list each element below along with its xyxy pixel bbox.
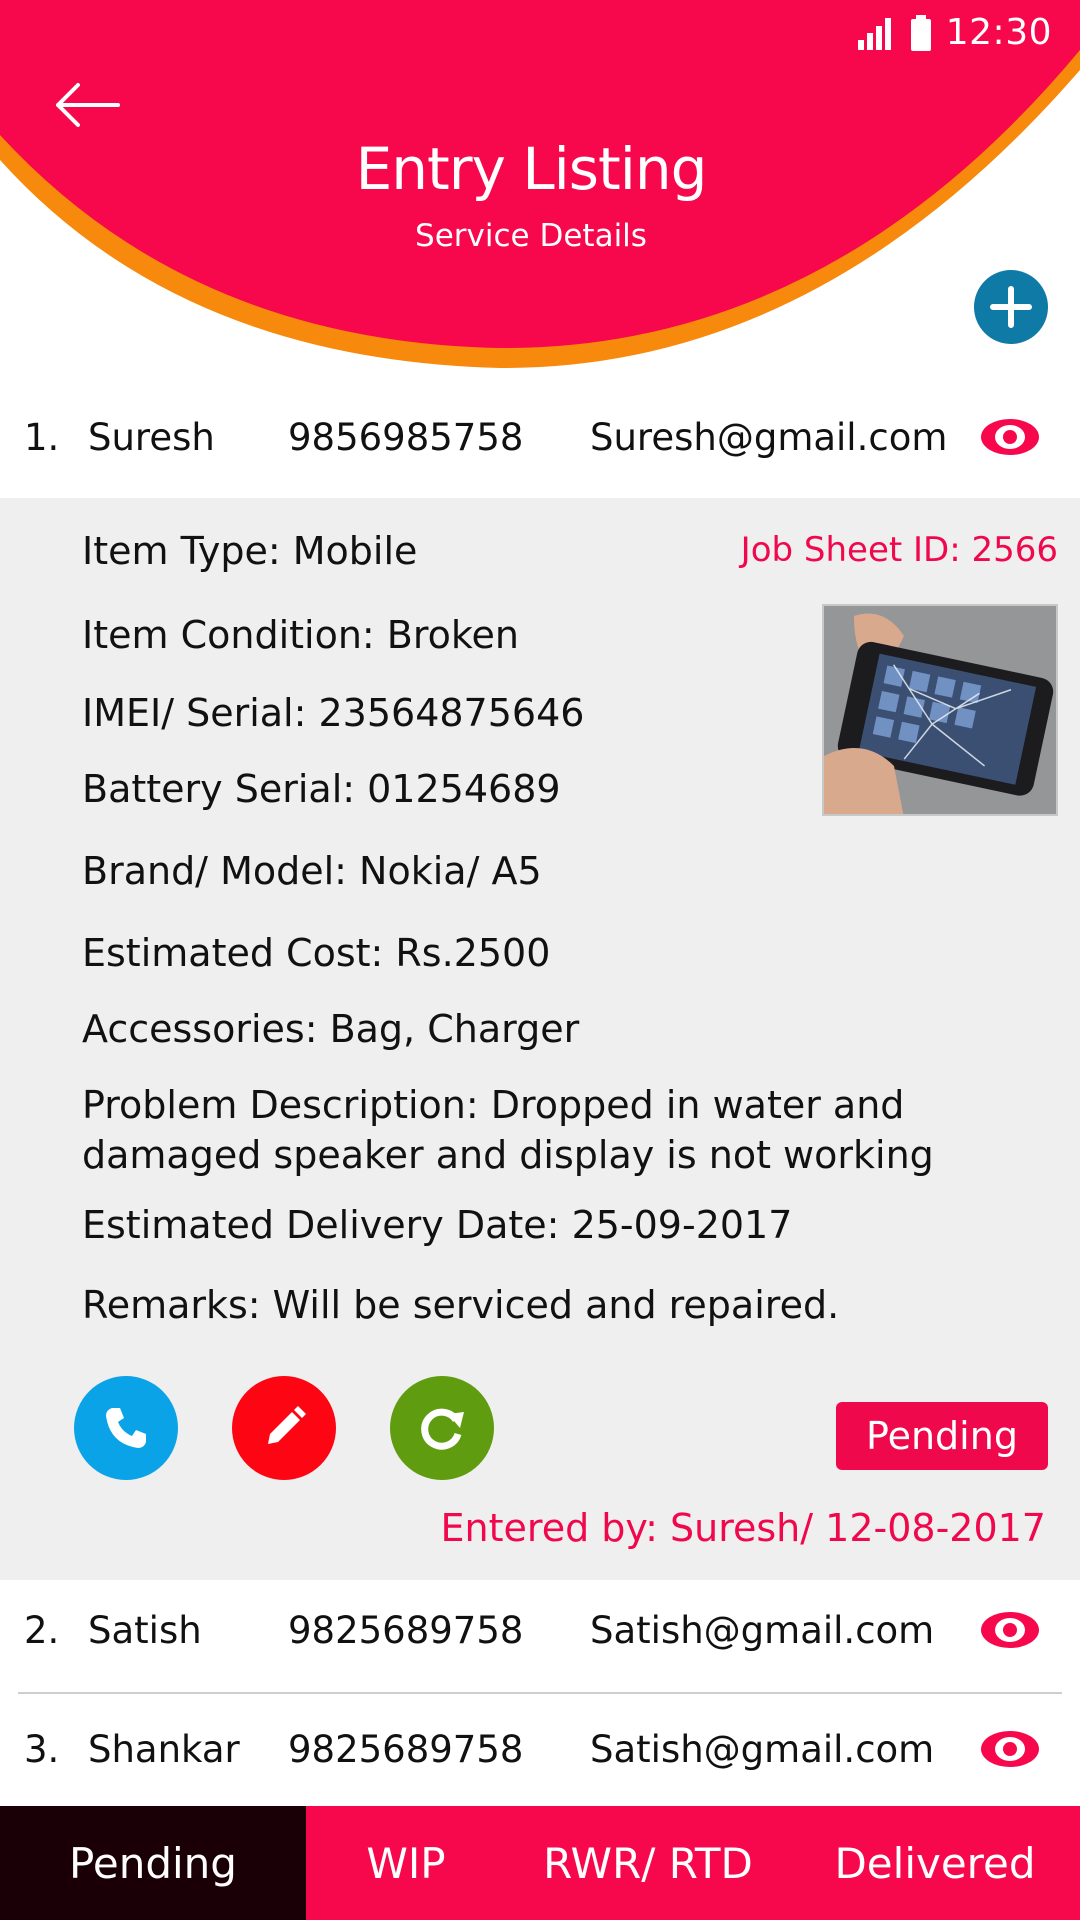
signal-icon: [857, 17, 891, 50]
status-badge: Pending: [836, 1402, 1048, 1470]
entry-email: Suresh@gmail.com: [590, 415, 948, 459]
call-button[interactable]: [74, 1376, 178, 1480]
estimated-delivery-date: Estimated Delivery Date: 25-09-2017: [82, 1203, 793, 1247]
entry-phone: 9825689758: [288, 1727, 524, 1771]
pencil-icon: [268, 1406, 306, 1444]
list-item[interactable]: 1. Suresh 9856985758 Suresh@gmail.com: [0, 382, 1080, 492]
back-button[interactable]: [52, 80, 152, 140]
problem-description-line1: Problem Description: Dropped in water an…: [82, 1083, 905, 1127]
remarks: Remarks: Will be serviced and repaired.: [82, 1283, 840, 1327]
list-item[interactable]: 2. Satish 9825689758 Satish@gmail.com: [0, 1575, 1080, 1685]
entry-email: Satish@gmail.com: [590, 1608, 935, 1652]
item-condition: Item Condition: Broken: [82, 613, 520, 657]
device-photo: [822, 604, 1058, 816]
edit-button[interactable]: [232, 1376, 336, 1480]
entry-number: 2.: [24, 1608, 60, 1652]
estimated-cost: Estimated Cost: Rs.2500: [82, 931, 551, 975]
item-type: Item Type: Mobile: [82, 529, 418, 573]
status-bar: 12:30: [857, 12, 1052, 53]
tab-rwr-rtd[interactable]: RWR/ RTD: [506, 1806, 790, 1920]
add-entry-button[interactable]: [974, 270, 1048, 344]
entry-number: 3.: [24, 1727, 60, 1771]
eye-icon[interactable]: [978, 415, 1042, 459]
job-sheet-id: Job Sheet ID: 2566: [740, 530, 1058, 570]
entered-by: Entered by: Suresh/ 12-08-2017: [440, 1506, 1046, 1550]
battery-serial: Battery Serial: 01254689: [82, 767, 561, 811]
entry-email: Satish@gmail.com: [590, 1727, 935, 1771]
accessories: Accessories: Bag, Charger: [82, 1007, 580, 1051]
bottom-tab-bar: Pending WIP RWR/ RTD Delivered: [0, 1806, 1080, 1920]
entry-phone: 9825689758: [288, 1608, 524, 1652]
entry-number: 1.: [24, 415, 60, 459]
entry-name: Suresh: [88, 415, 215, 459]
refresh-button[interactable]: [390, 1376, 494, 1480]
list-item[interactable]: 3. Shankar 9825689758 Satish@gmail.com: [0, 1694, 1080, 1804]
page-title: Entry Listing: [355, 135, 708, 203]
entry-name: Satish: [88, 1608, 202, 1652]
broken-phone-image: [824, 606, 1056, 814]
phone-icon: [106, 1408, 146, 1448]
eye-icon[interactable]: [978, 1727, 1042, 1771]
back-arrow-icon: [56, 83, 120, 127]
problem-description-line2: damaged speaker and display is not worki…: [82, 1133, 934, 1177]
tab-pending[interactable]: Pending: [0, 1806, 306, 1920]
tab-wip[interactable]: WIP: [306, 1806, 506, 1920]
page-subtitle: Service Details: [415, 218, 647, 254]
eye-icon[interactable]: [978, 1608, 1042, 1652]
imei-serial: IMEI/ Serial: 23564875646: [82, 691, 585, 735]
tab-delivered[interactable]: Delivered: [790, 1806, 1080, 1920]
refresh-icon: [421, 1408, 464, 1450]
entry-phone: 9856985758: [288, 415, 524, 459]
entry-name: Shankar: [88, 1727, 240, 1771]
plus-icon: [990, 286, 1032, 328]
brand-model: Brand/ Model: Nokia/ A5: [82, 849, 542, 893]
battery-icon: [910, 14, 931, 51]
status-time: 12:30: [945, 12, 1052, 53]
